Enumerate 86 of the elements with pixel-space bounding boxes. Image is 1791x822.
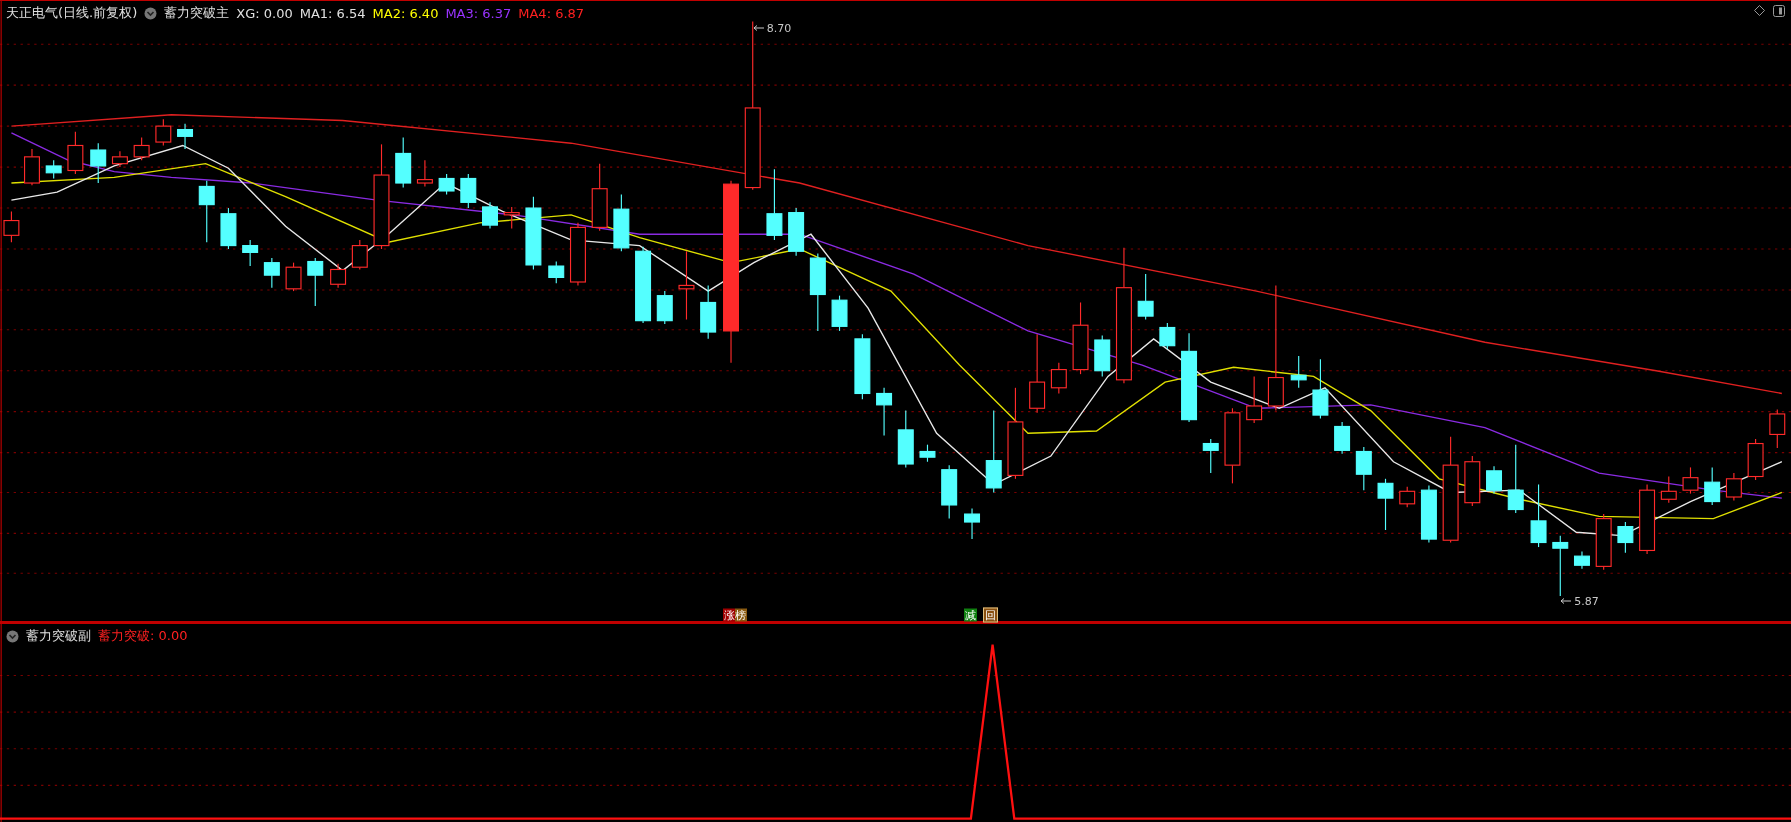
candlestick — [1377, 478, 1394, 531]
candlestick — [395, 136, 412, 189]
candlestick — [155, 118, 172, 147]
candlestick — [1704, 466, 1721, 506]
candlestick — [919, 444, 936, 463]
candlestick — [964, 507, 981, 540]
candlestick — [1660, 475, 1677, 504]
candlestick — [548, 260, 565, 284]
indicator-name: 蓄力突破主 — [164, 4, 230, 22]
candlestick — [3, 210, 20, 243]
signal-tag: 回 — [983, 607, 999, 623]
candlestick — [678, 250, 695, 321]
stock-title: 天正电气(日线.前复权) — [6, 4, 138, 22]
candlestick — [1355, 446, 1372, 491]
indicator-value: MA3: 6.37 — [445, 5, 512, 21]
candlestick — [1420, 485, 1437, 544]
candlestick — [1050, 362, 1067, 395]
leader-arrow-icon — [1560, 597, 1573, 604]
candlestick — [1507, 444, 1524, 514]
candlestick — [1399, 486, 1416, 508]
candlestick — [1530, 483, 1547, 548]
candlestick — [1312, 358, 1329, 420]
indicator-value: XG: 0.00 — [236, 5, 293, 21]
candlestick — [1639, 483, 1656, 555]
candlestick — [569, 222, 586, 286]
candlestick — [351, 239, 368, 271]
candlestick — [876, 387, 893, 437]
candlestick — [1617, 521, 1634, 554]
candlestick — [1552, 535, 1569, 597]
candlestick — [1334, 421, 1351, 455]
candlestick — [1246, 375, 1263, 424]
candlestick — [1769, 408, 1786, 449]
candlestick — [854, 333, 871, 400]
candlestick — [1486, 465, 1502, 495]
candlestick — [831, 295, 848, 332]
indicator-value: 蓄力突破: 0.00 — [98, 627, 188, 645]
candlestick — [482, 201, 498, 230]
candlestick — [67, 131, 84, 175]
candlestick — [1682, 466, 1699, 495]
candlestick — [503, 206, 520, 230]
candlestick — [111, 150, 128, 168]
candlestick — [1747, 438, 1764, 481]
candlestick — [788, 207, 805, 257]
candlestick — [941, 464, 958, 520]
candlestick — [1464, 455, 1481, 507]
candlestick — [1725, 472, 1742, 501]
candlestick — [45, 159, 62, 180]
indicator-value: MA4: 6.87 — [518, 5, 585, 21]
candlestick — [330, 263, 347, 289]
collapse-icon[interactable] — [6, 629, 19, 643]
indicator-name: 蓄力突破副 — [26, 627, 91, 645]
candlestick — [242, 239, 259, 267]
candlestick — [90, 142, 107, 184]
candlestick — [460, 173, 477, 209]
candlestick — [24, 148, 40, 186]
candlestick — [1137, 273, 1154, 321]
leader-arrow-icon — [752, 24, 765, 32]
candlestick — [438, 173, 455, 195]
candlestick — [656, 290, 673, 325]
indicator-value: MA2: 6.40 — [372, 5, 439, 21]
signal-tag: 减 — [964, 608, 978, 622]
candlestick — [1574, 551, 1590, 570]
candlestick — [1159, 322, 1176, 350]
candlestick — [1290, 355, 1307, 389]
candlestick — [591, 163, 608, 232]
candlestick — [177, 123, 194, 150]
low-price-label: 5.87 — [1574, 594, 1599, 607]
panel-icon[interactable] — [1773, 5, 1785, 17]
candlestick — [613, 193, 630, 252]
candlestick — [198, 180, 215, 243]
candlestick — [897, 409, 914, 468]
indicator-value: MA1: 6.54 — [299, 5, 366, 21]
candlestick — [133, 136, 150, 161]
diamond-icon[interactable] — [1754, 5, 1765, 16]
candlestick — [220, 207, 237, 250]
candlestick — [1094, 334, 1111, 377]
candlestick — [307, 257, 324, 307]
candlestick — [416, 159, 433, 187]
candlestick — [285, 262, 302, 292]
signal-tag: 涨榜 — [723, 608, 747, 622]
candlestick — [1202, 438, 1219, 474]
high-price-label: 8.70 — [766, 21, 792, 35]
candlestick — [700, 284, 717, 340]
collapse-icon[interactable] — [144, 6, 158, 20]
candlestick — [263, 257, 280, 289]
candlestick — [1595, 513, 1612, 571]
